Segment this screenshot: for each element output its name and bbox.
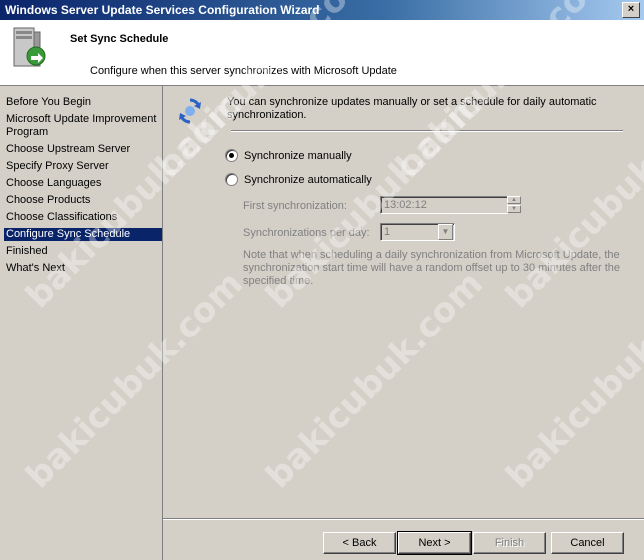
sync-manually-option[interactable]: Synchronize manually <box>225 149 352 162</box>
sync-manually-radio[interactable] <box>225 149 238 162</box>
spin-up-icon[interactable]: ▲ <box>507 196 521 204</box>
sync-automatically-radio[interactable] <box>225 173 238 186</box>
next-button[interactable]: Next > <box>397 531 472 555</box>
nav-item-choose-upstream-server[interactable]: Choose Upstream Server <box>4 143 162 156</box>
nav-item-microsoft-update-improvement[interactable]: Microsoft Update Improvement <box>4 113 162 126</box>
nav-item-finished[interactable]: Finished <box>4 245 162 258</box>
cancel-button[interactable]: Cancel <box>551 532 624 554</box>
first-sync-label: First synchronization: <box>243 200 347 212</box>
spin-down-icon[interactable]: ▼ <box>507 205 521 213</box>
wizard-content: You can synchronize updates manually or … <box>163 86 644 560</box>
wizard-header: Set Sync Schedule Configure when this se… <box>0 20 644 86</box>
nav-item-choose-languages[interactable]: Choose Languages <box>4 177 162 190</box>
nav-item-specify-proxy-server[interactable]: Specify Proxy Server <box>4 160 162 173</box>
server-update-icon <box>13 27 46 67</box>
title-bar[interactable]: Windows Server Update Services Configura… <box>0 0 644 20</box>
separator <box>231 130 623 132</box>
window-title: Windows Server Update Services Configura… <box>5 3 320 17</box>
sync-icon <box>179 98 201 124</box>
close-button[interactable]: × <box>622 2 640 18</box>
nav-item-whats-next[interactable]: What's Next <box>4 262 162 275</box>
wizard-window: Windows Server Update Services Configura… <box>0 0 644 560</box>
nav-item-choose-products[interactable]: Choose Products <box>4 194 162 207</box>
sync-manually-label: Synchronize manually <box>244 149 352 162</box>
intro-text: You can synchronize updates manually or … <box>227 96 597 121</box>
bottom-separator <box>163 518 644 520</box>
sync-automatically-option[interactable]: Synchronize automatically <box>225 173 372 186</box>
nav-item-program[interactable]: Program <box>4 126 162 139</box>
wizard-nav: Before You Begin Microsoft Update Improv… <box>0 86 163 560</box>
first-sync-time-input[interactable]: 13:02:12 <box>380 196 508 214</box>
back-button[interactable]: < Back <box>323 532 396 554</box>
page-subtitle: Configure when this server synchronizes … <box>90 65 397 77</box>
nav-item-before-you-begin[interactable]: Before You Begin <box>4 96 162 109</box>
nav-item-configure-sync-schedule[interactable]: Configure Sync Schedule <box>4 228 162 241</box>
sync-automatically-label: Synchronize automatically <box>244 173 372 186</box>
page-title: Set Sync Schedule <box>70 33 169 45</box>
nav-item-choose-classifications[interactable]: Choose Classifications <box>4 211 162 224</box>
finish-button[interactable]: Finish <box>473 532 546 554</box>
chevron-down-icon[interactable]: ▼ <box>438 224 453 240</box>
syncs-per-day-label: Synchronizations per day: <box>243 227 370 239</box>
first-sync-spinner[interactable]: ▲ ▼ <box>507 196 521 214</box>
random-offset-note: Note that when scheduling a daily synchr… <box>243 249 621 287</box>
